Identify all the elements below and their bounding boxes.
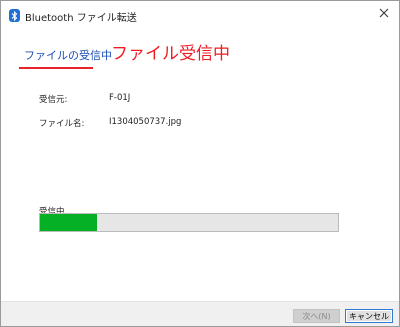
footer-bar: 次へ(N) キャンセル xyxy=(1,301,399,326)
sender-value: F-01J xyxy=(109,93,131,103)
progress-fill xyxy=(40,214,97,231)
filename-label: ファイル名: xyxy=(39,119,85,129)
heading-underline xyxy=(19,67,93,69)
cancel-button[interactable]: キャンセル xyxy=(345,309,393,323)
bluetooth-glyph xyxy=(11,10,18,21)
filename-value: I1304050737.jpg xyxy=(109,117,182,127)
title-bar: Bluetooth ファイル転送 xyxy=(1,1,399,31)
sender-label: 受信元: xyxy=(39,95,68,105)
page-heading: ファイルの受信中 xyxy=(24,49,112,62)
progress-bar xyxy=(39,213,339,232)
close-button[interactable] xyxy=(369,1,399,25)
bluetooth-icon xyxy=(9,9,20,22)
bluetooth-transfer-window: Bluetooth ファイル転送 ファイルの受信中 ファイル受信中 受信元: F… xyxy=(0,0,400,327)
window-title: Bluetooth ファイル転送 xyxy=(25,13,137,24)
close-icon xyxy=(379,8,389,18)
next-button[interactable]: 次へ(N) xyxy=(293,309,340,323)
annotation-text: ファイル受信中 xyxy=(111,44,230,64)
